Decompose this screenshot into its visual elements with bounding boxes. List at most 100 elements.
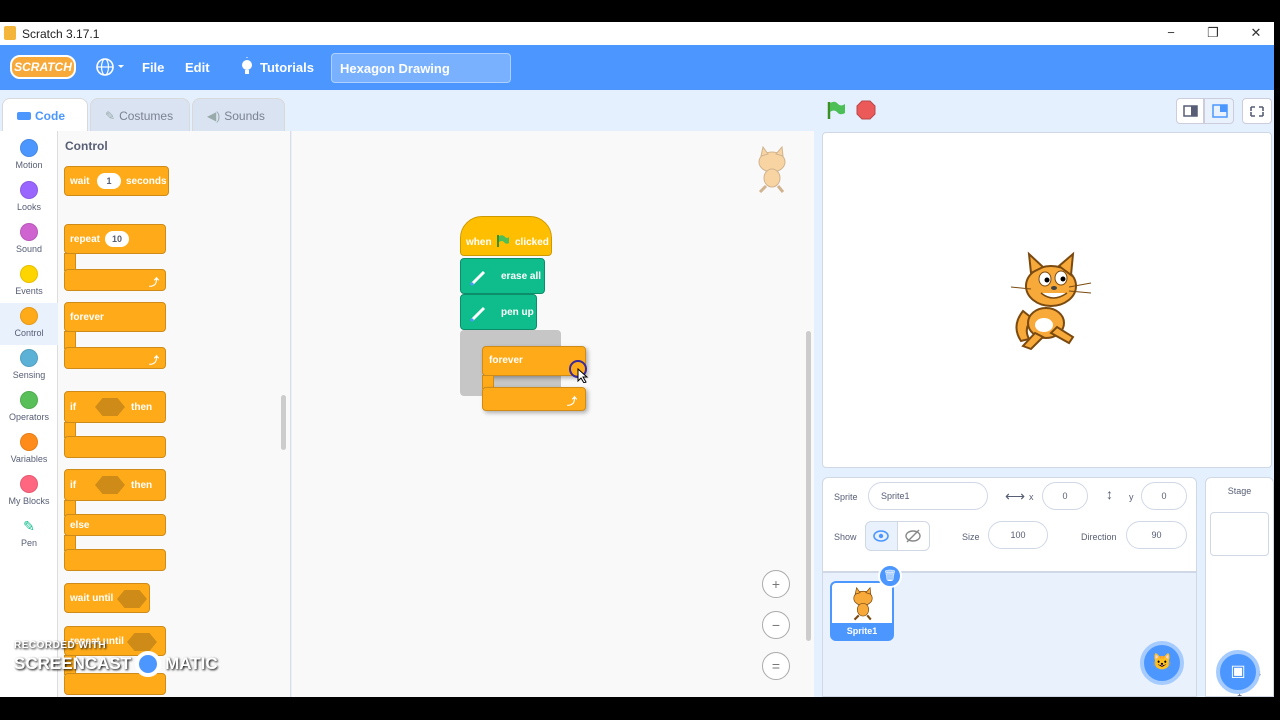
tab-code[interactable]: Code <box>2 98 88 131</box>
if-then-block[interactable]: if then <box>64 391 166 423</box>
show-sprite-button[interactable] <box>865 521 898 551</box>
large-stage-button[interactable] <box>1204 98 1234 124</box>
image-add-icon: ▣ <box>1230 663 1246 680</box>
restore-button[interactable]: ❐ <box>1205 25 1221 41</box>
sprite-info-panel: Sprite Sprite1 ⟷ x 0 ↕ y 0 Show Size 100… <box>822 477 1197 572</box>
loop-arrow-icon: ⤴ <box>149 356 159 367</box>
palette-heading: Control <box>65 139 108 153</box>
condition-slot[interactable] <box>117 590 147 608</box>
minimize-button[interactable]: − <box>1163 25 1179 40</box>
condition-slot[interactable] <box>95 476 125 494</box>
stop-button[interactable] <box>856 100 876 125</box>
variables-dot-icon <box>20 433 38 451</box>
condition-slot[interactable] <box>95 398 125 416</box>
category-pen[interactable]: ✎ Pen <box>0 513 58 555</box>
category-my-blocks[interactable]: My Blocks <box>0 471 58 513</box>
repeat-block[interactable]: repeat 10 <box>64 224 166 254</box>
looks-dot-icon <box>20 181 38 199</box>
forever-block[interactable]: forever <box>64 302 166 332</box>
hide-sprite-button[interactable] <box>897 521 930 551</box>
fullscreen-button[interactable] <box>1242 98 1272 124</box>
repeat-label: repeat <box>70 234 101 245</box>
wait-unit-label: seconds <box>126 176 167 187</box>
tab-sounds-label: Sounds <box>224 109 265 123</box>
pen-up-block[interactable]: pen up <box>460 294 537 330</box>
watermark-line3: MATIC <box>165 654 218 673</box>
sprite-thumbnail-name: Sprite1 <box>832 623 892 639</box>
brush-icon: ✎ <box>105 109 116 123</box>
category-label: Control <box>14 328 44 338</box>
category-label: Sound <box>15 244 43 254</box>
edit-menu[interactable]: Edit <box>185 60 210 75</box>
delete-sprite-icon[interactable]: 🗑 <box>878 564 902 588</box>
category-motion[interactable]: Motion <box>0 135 58 177</box>
mouse-cursor-icon <box>568 359 590 388</box>
zoom-out-button[interactable]: − <box>762 611 790 639</box>
zoom-reset-button[interactable]: = <box>762 652 790 680</box>
wait-seconds-input[interactable]: 1 <box>97 173 121 189</box>
wait-until-label: wait until <box>70 593 114 604</box>
category-sensing[interactable]: Sensing <box>0 345 58 387</box>
when-flag-clicked-block[interactable]: when clicked <box>460 216 552 256</box>
sprite-thumbnail[interactable]: Sprite1 <box>830 581 894 641</box>
y-input[interactable]: 0 <box>1141 482 1187 510</box>
category-sound[interactable]: Sound <box>0 219 58 261</box>
wait-block[interactable]: wait 1 seconds <box>64 166 169 196</box>
y-arrow-icon: ↕ <box>1106 486 1113 502</box>
erase-all-block[interactable]: erase all <box>460 258 545 294</box>
code-icon <box>17 112 31 120</box>
workspace-scrollbar[interactable] <box>806 331 811 641</box>
direction-input[interactable]: 90 <box>1126 521 1187 549</box>
category-variables[interactable]: Variables <box>0 429 58 471</box>
window-title-bar: Scratch 3.17.1 − ❐ ✕ <box>0 22 1274 45</box>
stage-canvas[interactable] <box>822 132 1272 468</box>
cat-sprite[interactable] <box>1001 251 1096 356</box>
screencast-logo-icon <box>135 651 162 677</box>
pen-up-label: pen up <box>501 307 534 318</box>
choose-backdrop-button[interactable]: ▣ <box>1216 650 1260 694</box>
choose-sprite-button[interactable]: 😺 <box>1140 641 1184 685</box>
category-label: My Blocks <box>8 496 50 506</box>
sprite-name-input[interactable]: Sprite1 <box>868 482 988 510</box>
category-events[interactable]: Events <box>0 261 58 303</box>
if-block-foot <box>64 436 166 458</box>
repeat-block-foot: ⤴ <box>64 269 166 291</box>
cat-add-icon: 😺 <box>1152 654 1172 671</box>
size-input[interactable]: 100 <box>988 521 1048 549</box>
pen-icon <box>469 305 487 328</box>
zoom-in-button[interactable]: + <box>762 570 790 598</box>
wait-until-block[interactable]: wait until <box>64 583 150 613</box>
else-section: else <box>64 514 166 536</box>
show-label: Show <box>834 532 857 542</box>
control-dot-icon <box>20 307 38 325</box>
if-else-block[interactable]: if then <box>64 469 166 501</box>
repeat-count-input[interactable]: 10 <box>105 231 129 247</box>
code-workspace[interactable]: when clicked erase all pen up forever ⤴ … <box>292 131 814 697</box>
forever-label: forever <box>489 355 523 366</box>
globe-icon[interactable] <box>95 57 125 82</box>
category-label: Looks <box>16 202 42 212</box>
speaker-icon: ◀) <box>207 109 221 123</box>
close-button[interactable]: ✕ <box>1248 25 1264 41</box>
palette-scrollbar[interactable] <box>281 395 286 450</box>
small-stage-button[interactable] <box>1176 98 1204 124</box>
file-menu[interactable]: File <box>142 60 164 75</box>
loop-arrow-icon: ⤴ <box>149 278 159 289</box>
tutorials-menu[interactable]: Tutorials <box>260 60 314 75</box>
green-flag-button[interactable] <box>826 100 846 125</box>
pen-icon: ✎ <box>20 517 38 535</box>
category-looks[interactable]: Looks <box>0 177 58 219</box>
category-operators[interactable]: Operators <box>0 387 58 429</box>
when-label: when <box>466 237 492 248</box>
stage-thumbnail[interactable] <box>1210 512 1269 556</box>
tab-costumes[interactable]: ✎ Costumes <box>90 98 190 131</box>
lightbulb-icon <box>238 57 256 82</box>
scratch-logo[interactable]: SCRATCH <box>10 55 76 79</box>
category-control[interactable]: Control <box>0 303 58 345</box>
recording-watermark: RECORDED WITH SCREENCAST MATIC <box>14 640 218 677</box>
pen-icon <box>469 269 487 292</box>
x-input[interactable]: 0 <box>1042 482 1088 510</box>
sound-dot-icon <box>20 223 38 241</box>
tab-sounds[interactable]: ◀) Sounds <box>192 98 285 131</box>
project-title-input[interactable]: Hexagon Drawing <box>331 53 511 83</box>
